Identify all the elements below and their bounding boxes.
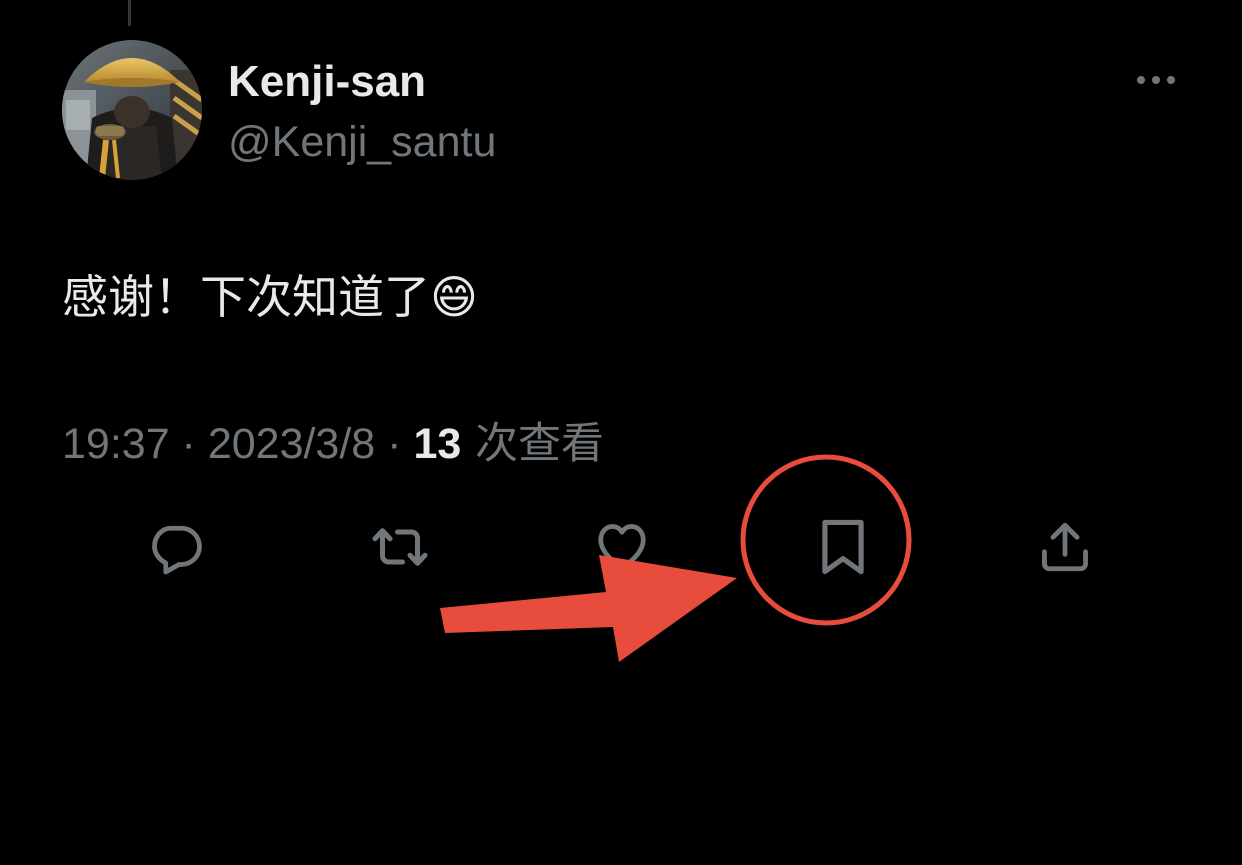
meta-separator: · bbox=[169, 420, 208, 468]
tweet-date[interactable]: 2023/3/8 bbox=[208, 420, 375, 468]
retweet-icon bbox=[372, 528, 428, 566]
reply-icon bbox=[152, 525, 202, 575]
tweet-detail-page: Kenji-san @Kenji_santu 感谢！下次知道了😄 19:37 ·… bbox=[0, 0, 1242, 865]
tweet-text: 感谢！下次知道了😄 bbox=[62, 270, 478, 324]
share-button[interactable] bbox=[1030, 512, 1100, 582]
avatar-image bbox=[62, 40, 202, 180]
author-handle[interactable]: @Kenji_santu bbox=[228, 116, 496, 168]
reply-button[interactable] bbox=[142, 512, 212, 582]
share-icon bbox=[1042, 522, 1088, 572]
meta-separator: · bbox=[375, 420, 414, 468]
retweet-button[interactable] bbox=[365, 512, 435, 582]
thread-connector-line bbox=[128, 0, 131, 26]
more-horizontal-icon bbox=[1137, 76, 1175, 84]
bookmark-button[interactable] bbox=[808, 512, 878, 582]
tweet-time[interactable]: 19:37 bbox=[62, 420, 170, 468]
bookmark-icon bbox=[822, 519, 864, 575]
like-button[interactable] bbox=[587, 512, 657, 582]
tweet-meta: 19:37 · 2023/3/8 · 13 次查看 bbox=[62, 416, 604, 472]
heart-icon bbox=[598, 524, 646, 571]
views-count[interactable]: 13 bbox=[413, 420, 461, 468]
views-label[interactable]: 次查看 bbox=[461, 419, 604, 469]
avatar[interactable] bbox=[62, 40, 202, 180]
author-display-name[interactable]: Kenji-san bbox=[228, 56, 426, 108]
more-options-button[interactable] bbox=[1128, 62, 1184, 98]
